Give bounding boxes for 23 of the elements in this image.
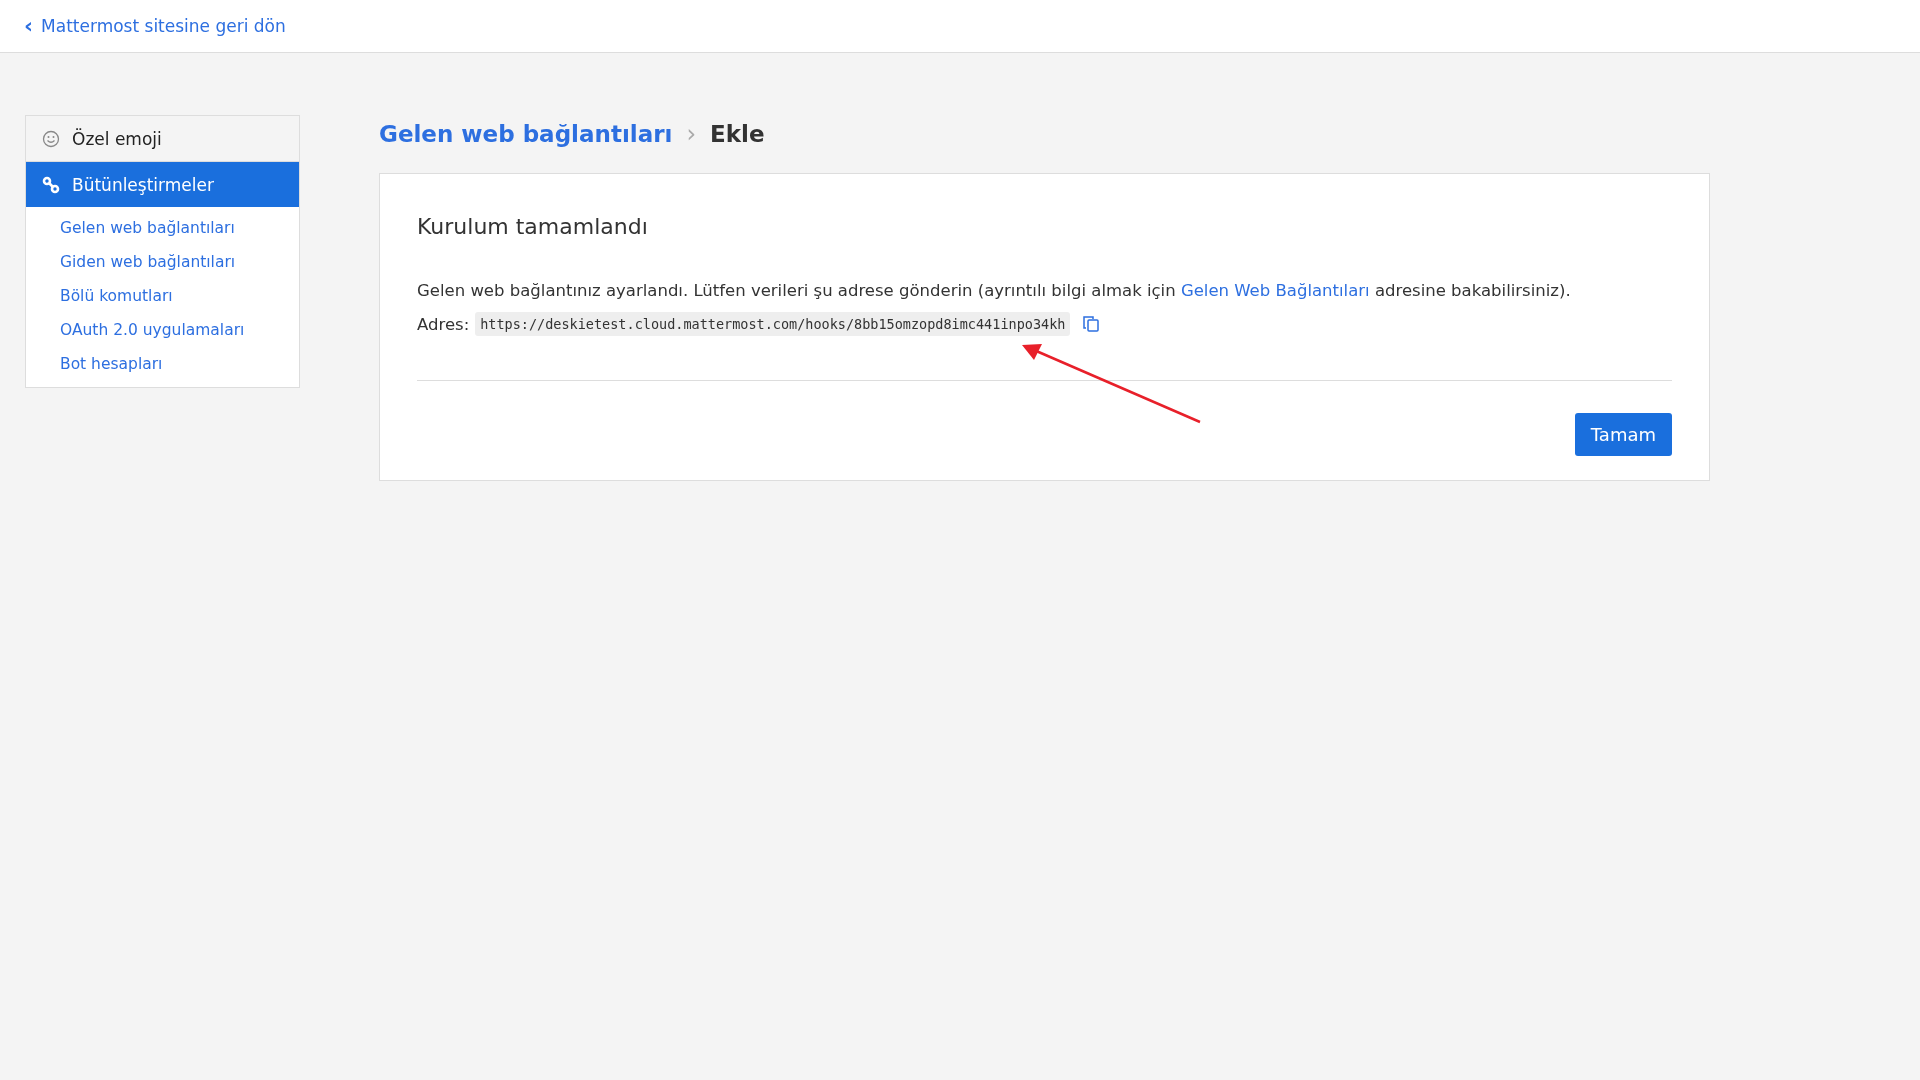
sidebar-item-label: Özel emoji: [72, 128, 162, 149]
back-link[interactable]: ‹ Mattermost sitesine geri dön: [24, 15, 286, 37]
chevron-left-icon: ‹: [24, 15, 34, 37]
chain-link-icon: [42, 175, 60, 194]
smiley-icon: [42, 129, 60, 148]
card-title: Kurulum tamamlandı: [417, 214, 649, 239]
sidebar-subitem[interactable]: Bot hesapları: [26, 347, 299, 381]
sidebar-item-label: Bütünleştirmeler: [72, 174, 214, 195]
ok-button[interactable]: Tamam: [1574, 413, 1672, 456]
webhook-url: https://deskietest.cloud.mattermost.com/hooks/8bb15omzopd8imc441inpo34kh: [475, 312, 1071, 336]
sidebar-subitem[interactable]: Bölü komutları: [26, 279, 299, 313]
sidebar-item[interactable]: Bütünleştirmeler: [26, 162, 299, 207]
breadcrumb-link[interactable]: Gelen web bağlantıları: [379, 121, 673, 147]
copy-icon[interactable]: [1082, 315, 1101, 333]
address-label: Adres:: [417, 314, 470, 334]
sidebar-subitem[interactable]: Gelen web bağlantıları: [26, 211, 299, 245]
setup-message: Gelen web bağlantınız ayarlandı. Lütfen verileri şu adrese gönderin (ayrıntılı bilgi almak için Gelen Web Bağlantıları adresine bakabilirsiniz).: [417, 281, 1572, 300]
sidebar-subitem[interactable]: Giden web bağlantıları: [26, 245, 299, 279]
breadcrumb-separator: ›: [686, 120, 696, 148]
sidebar-item[interactable]: Özel emoji: [26, 116, 299, 162]
incoming-webhooks-link[interactable]: Gelen Web Bağlantıları: [1180, 281, 1370, 300]
breadcrumb-current: Ekle: [710, 121, 765, 147]
sidebar-subitem[interactable]: OAuth 2.0 uygulamaları: [26, 313, 299, 347]
